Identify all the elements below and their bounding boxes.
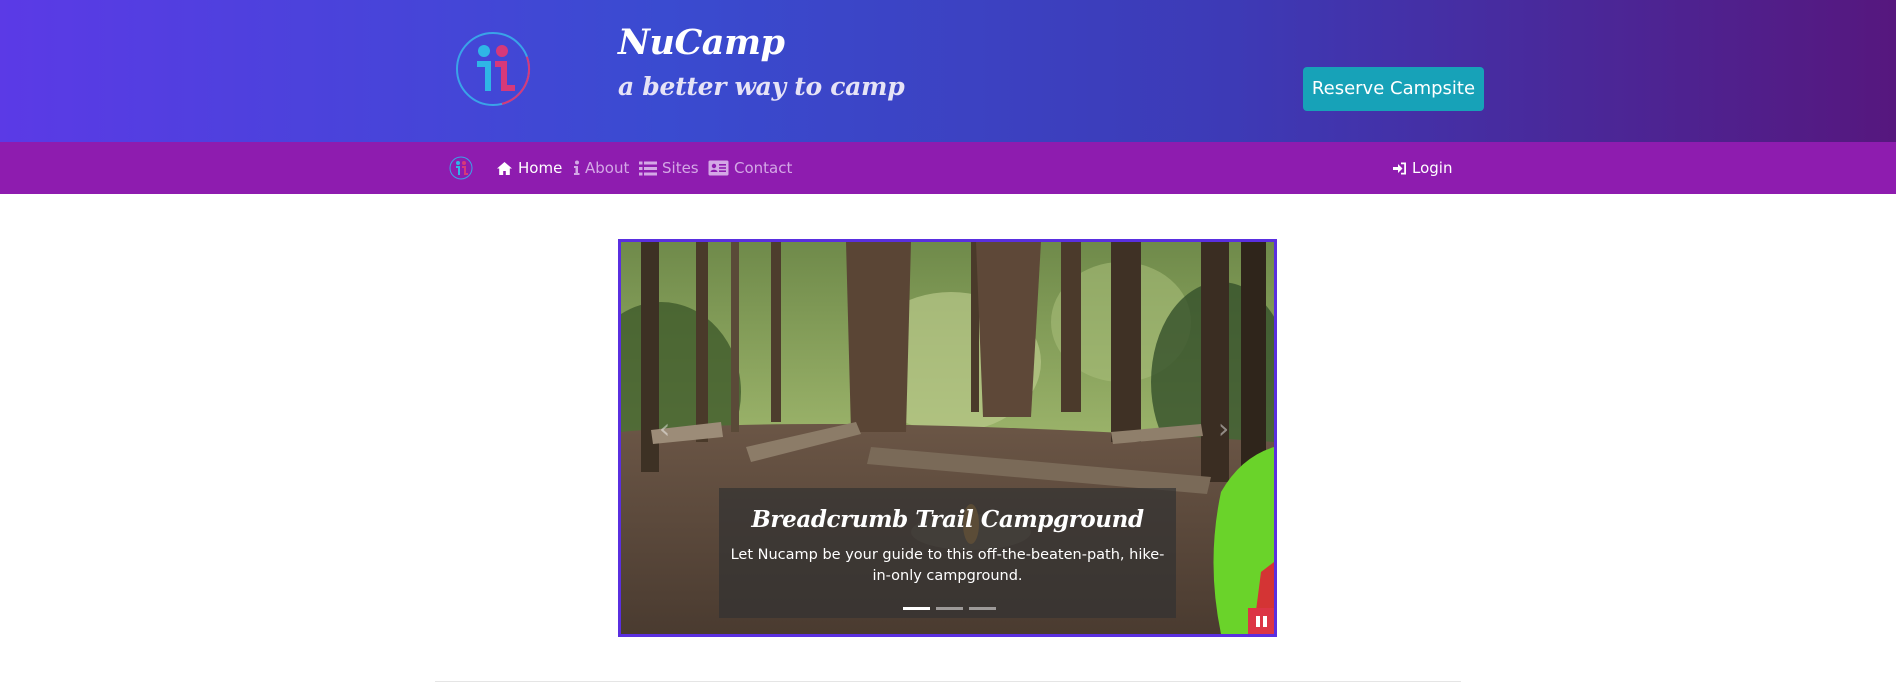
brand-subtitle: a better way to camp: [618, 72, 905, 101]
carousel-prev-button[interactable]: ‹: [659, 412, 670, 445]
nav-item-sites-label: Sites: [662, 159, 699, 177]
nav-item-about[interactable]: About: [573, 142, 629, 194]
carousel-indicator-2[interactable]: [936, 607, 963, 610]
nav-item-contact-label: Contact: [734, 159, 793, 177]
main-navbar: Home About Sites Contact Login: [0, 142, 1896, 194]
nucamp-logo-icon: [456, 32, 530, 106]
info-icon: [574, 160, 580, 175]
nav-item-contact[interactable]: Contact: [708, 142, 792, 194]
home-icon: [497, 161, 512, 175]
carousel-indicator-1[interactable]: [903, 607, 930, 610]
nav-item-home[interactable]: Home: [496, 142, 562, 194]
nav-item-about-label: About: [585, 159, 630, 177]
pause-icon-bar: [1262, 615, 1267, 627]
carousel-next-button[interactable]: ›: [1218, 412, 1229, 445]
reserve-campsite-button[interactable]: Reserve Campsite: [1303, 67, 1484, 111]
campsite-carousel[interactable]: ‹ › Breadcrumb Trail Campground Let Nuca…: [618, 239, 1277, 637]
carousel-indicators: [903, 607, 996, 610]
content-divider: [435, 681, 1461, 682]
list-icon: [639, 161, 657, 175]
caption-text: Let Nucamp be your guide to this off-the…: [730, 547, 1165, 584]
carousel-caption: Breadcrumb Trail Campground Let Nucamp b…: [719, 488, 1176, 618]
nav-item-home-label: Home: [518, 159, 563, 177]
login-link[interactable]: Login: [1393, 142, 1452, 194]
pause-icon: [1255, 615, 1260, 627]
navbar-logo-icon[interactable]: [449, 156, 473, 180]
sign-in-icon: [1393, 162, 1406, 174]
carousel-indicator-3[interactable]: [969, 607, 996, 610]
carousel-pause-button[interactable]: [1248, 608, 1274, 634]
login-label: Login: [1412, 159, 1453, 177]
nav-item-sites[interactable]: Sites: [639, 142, 699, 194]
caption-title: Breadcrumb Trail Campground: [751, 506, 1144, 533]
brand-title: NuCamp: [618, 22, 785, 63]
site-header: NuCamp a better way to camp Reserve Camp…: [0, 0, 1896, 142]
address-card-icon: [708, 160, 729, 176]
